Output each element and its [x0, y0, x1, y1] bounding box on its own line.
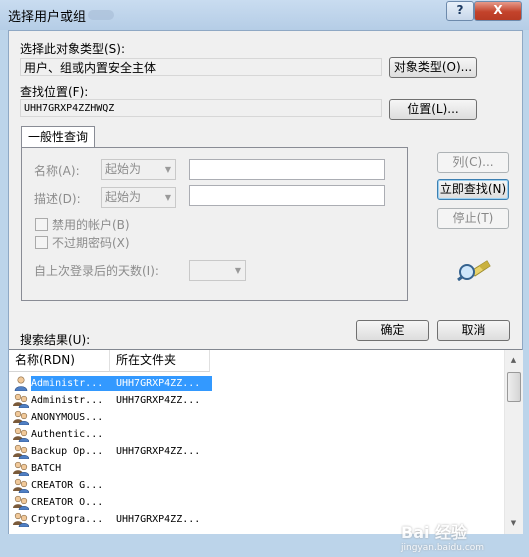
- row-name: Cryptogra...: [31, 514, 104, 525]
- help-button[interactable]: ?: [446, 1, 474, 21]
- ok-button[interactable]: 确定: [356, 320, 429, 341]
- row-folder: [115, 495, 212, 510]
- row-name: Administr...: [31, 395, 104, 406]
- row-folder: UHH7GRXP4ZZ...: [116, 514, 201, 525]
- search-flashlight-icon: [457, 260, 491, 281]
- group-icon: [13, 427, 30, 443]
- non-expiring-password-label: 不过期密码(X): [52, 236, 130, 250]
- name-mode-select[interactable]: 起始为 ▼: [101, 159, 176, 180]
- row-name: Authentic...: [31, 429, 104, 440]
- description-input[interactable]: [189, 185, 385, 206]
- name-mode-value: 起始为: [105, 162, 142, 176]
- column-header-folder[interactable]: 所在文件夹: [110, 350, 210, 372]
- user-icon: [13, 376, 29, 392]
- window-title: 选择用户或组: [8, 10, 87, 25]
- row-name: ANONYMOUS...: [31, 412, 104, 423]
- chevron-down-icon: ▼: [164, 193, 171, 202]
- table-row[interactable]: Administr... UHH7GRXP4ZZ...: [9, 375, 504, 392]
- column-header-name[interactable]: 名称(RDN): [9, 350, 110, 372]
- table-row[interactable]: CREATOR G...: [9, 477, 504, 494]
- find-now-button[interactable]: 立即查找(N): [437, 179, 509, 200]
- group-icon: [13, 393, 30, 409]
- cancel-button[interactable]: 取消: [437, 320, 510, 341]
- group-icon: [13, 444, 30, 460]
- row-folder: [115, 427, 212, 442]
- days-since-logon-label: 自上次登录后的天数(I):: [34, 264, 159, 278]
- disabled-accounts-label: 禁用的帐户(B): [52, 218, 130, 232]
- row-folder: [115, 410, 212, 425]
- group-icon: [13, 512, 30, 528]
- scroll-thumb[interactable]: [507, 372, 521, 402]
- search-results-list[interactable]: 名称(RDN) 所在文件夹 Administr... UHH7GRXP4ZZ...…: [9, 349, 523, 534]
- days-since-logon-select[interactable]: ▼: [189, 260, 246, 281]
- search-results-label: 搜索结果(U):: [20, 333, 91, 347]
- object-type-label: 选择此对象类型(S):: [20, 42, 126, 56]
- disabled-accounts-checkbox[interactable]: [35, 218, 48, 231]
- row-name: BATCH: [31, 463, 62, 474]
- scroll-up-icon[interactable]: ▲: [506, 353, 521, 368]
- row-folder: UHH7GRXP4ZZ...: [115, 376, 212, 391]
- table-row[interactable]: Administr... UHH7GRXP4ZZ...: [9, 392, 504, 409]
- row-folder: UHH7GRXP4ZZ...: [116, 395, 201, 406]
- dialog-body: 选择此对象类型(S): 用户、组或内置安全主体 对象类型(O)... 查找位置(…: [8, 30, 523, 553]
- table-row[interactable]: BATCH: [9, 460, 504, 477]
- stop-button[interactable]: 停止(T): [437, 208, 509, 229]
- chevron-down-icon: ▼: [234, 266, 241, 275]
- tab-common-queries[interactable]: 一般性查询: [21, 126, 95, 148]
- row-name: CREATOR O...: [31, 497, 104, 508]
- locations-button[interactable]: 位置(L)...: [389, 99, 477, 120]
- common-queries-panel: 名称(A): 起始为 ▼ 描述(D): 起始为 ▼ 禁用的帐户(B) 不过期密码…: [21, 147, 408, 301]
- description-mode-value: 起始为: [105, 190, 142, 204]
- table-row[interactable]: ANONYMOUS...: [9, 409, 504, 426]
- name-label: 名称(A):: [34, 164, 80, 178]
- table-row[interactable]: Backup Op... UHH7GRXP4ZZ...: [9, 443, 504, 460]
- row-name: Backup Op...: [31, 446, 104, 457]
- non-expiring-password-checkbox[interactable]: [35, 236, 48, 249]
- watermark: Bai 经验 jingyan.baidu.com: [401, 519, 521, 557]
- title-blur: [88, 10, 114, 20]
- close-button[interactable]: X: [474, 1, 522, 21]
- watermark-sub: jingyan.baidu.com: [401, 543, 485, 553]
- chevron-down-icon: ▼: [164, 165, 171, 174]
- row-name: Administr...: [31, 376, 115, 391]
- row-folder: [115, 478, 212, 493]
- object-types-button[interactable]: 对象类型(O)...: [389, 57, 477, 78]
- group-icon: [13, 461, 30, 477]
- row-name: CREATOR G...: [31, 480, 104, 491]
- description-label: 描述(D):: [34, 192, 81, 206]
- object-type-field: 用户、组或内置安全主体: [20, 58, 382, 76]
- group-icon: [13, 410, 30, 426]
- name-input[interactable]: [189, 159, 385, 180]
- row-folder: UHH7GRXP4ZZ...: [116, 446, 201, 457]
- vertical-scrollbar[interactable]: ▲ ▼: [504, 350, 523, 534]
- row-folder: [115, 461, 212, 476]
- location-label: 查找位置(F):: [20, 85, 89, 99]
- columns-button[interactable]: 列(C)...: [437, 152, 509, 173]
- description-mode-select[interactable]: 起始为 ▼: [101, 187, 176, 208]
- title-bar[interactable]: 选择用户或组 ? X: [0, 0, 529, 30]
- watermark-main: Bai 经验: [401, 523, 468, 542]
- table-row[interactable]: CREATOR O...: [9, 494, 504, 511]
- table-row[interactable]: Authentic...: [9, 426, 504, 443]
- group-icon: [13, 478, 30, 494]
- location-field: UHH7GRXP4ZZHWQZ: [20, 99, 382, 117]
- group-icon: [13, 495, 30, 511]
